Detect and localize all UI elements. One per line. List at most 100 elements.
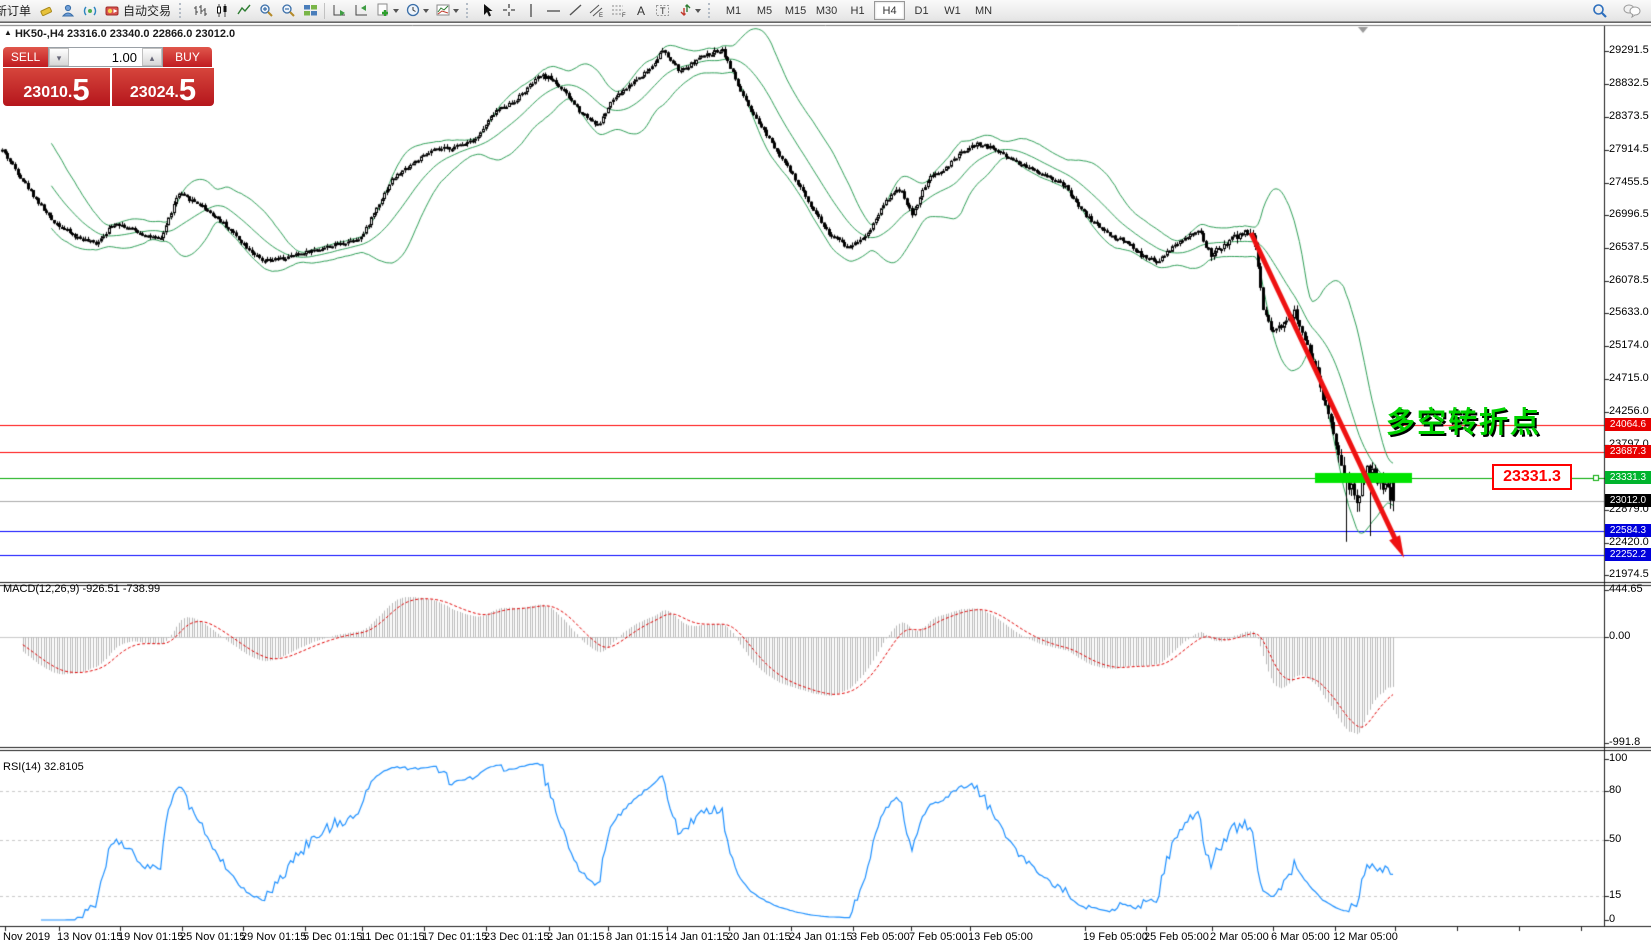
timeframe-button-h1[interactable]: H1 <box>843 2 872 19</box>
price-chart-canvas[interactable] <box>0 23 1651 947</box>
timeframe-button-h4[interactable]: H4 <box>874 1 905 20</box>
macd-indicator-label: MACD(12,26,9) -926.51 -738.99 <box>3 583 160 595</box>
macd-tick-label: 0.00 <box>1609 630 1630 642</box>
rsi-tick-label: 100 <box>1609 752 1627 764</box>
indicators-icon <box>376 3 391 18</box>
price-tick-label: 26996.5 <box>1609 208 1649 220</box>
price-tick-label: 25633.0 <box>1609 306 1649 318</box>
volume-decrease-button[interactable]: ▾ <box>49 48 69 66</box>
time-axis-label: 14 Jan 01:15 <box>665 931 729 943</box>
rsi-tick-label: 50 <box>1609 833 1621 845</box>
volume-input[interactable] <box>69 48 142 66</box>
time-axis-label: 19 Feb 05:00 <box>1083 931 1148 943</box>
price-tick-label: 29291.5 <box>1609 44 1649 56</box>
horizontal-line-tool-icon[interactable] <box>542 1 564 20</box>
price-tick-label: 28832.5 <box>1609 77 1649 89</box>
channel-tool-icon[interactable]: E <box>586 1 608 20</box>
chart-shift-icon[interactable] <box>350 1 372 20</box>
indicators-button[interactable] <box>372 1 402 20</box>
sell-price[interactable]: 23010.5 <box>3 68 110 106</box>
svg-text:T: T <box>660 6 666 16</box>
price-tick-label: 27914.5 <box>1609 143 1649 155</box>
timeframe-button-m1[interactable]: M1 <box>719 2 748 19</box>
text-tool-icon[interactable]: A <box>630 1 652 20</box>
time-axis-label: 6 Mar 05:00 <box>1271 931 1330 943</box>
eraser-icon[interactable] <box>35 1 57 20</box>
trendline-tool-icon[interactable] <box>564 1 586 20</box>
text-label-tool-icon[interactable]: T <box>652 1 674 20</box>
line-chart-icon[interactable] <box>233 1 255 20</box>
price-tick-label: 22420.0 <box>1609 536 1649 548</box>
indicators-dropdown-caret <box>393 9 399 13</box>
periods-clock-icon <box>406 3 421 18</box>
templates-button[interactable] <box>432 1 462 20</box>
signals-icon[interactable] <box>79 1 101 20</box>
vertical-line-tool-icon[interactable] <box>520 1 542 20</box>
time-axis-label: 5 Dec 01:15 <box>303 931 362 943</box>
buy-price-int: 23024 <box>130 83 175 103</box>
chat-icon[interactable] <box>1621 1 1643 20</box>
buy-price-big-digit: 5 <box>179 77 196 103</box>
sell-price-big-digit: 5 <box>72 77 89 103</box>
timeframe-button-m15[interactable]: M15 <box>781 2 810 19</box>
timeframe-button-m5[interactable]: M5 <box>750 2 779 19</box>
expert-advisors-icon[interactable] <box>57 1 79 20</box>
zoom-out-icon[interactable] <box>277 1 299 20</box>
timeframe-button-m30[interactable]: M30 <box>812 2 841 19</box>
rsi-tick-label: 80 <box>1609 784 1621 796</box>
price-tick-label: 21974.5 <box>1609 568 1649 580</box>
auto-trading-button[interactable]: 自动交易 <box>101 1 175 20</box>
auto-trading-icon <box>105 3 120 18</box>
top-toolbar: 新订单 自动交易 <box>0 0 1651 22</box>
time-axis-label: 17 Dec 01:15 <box>422 931 487 943</box>
new-order-button[interactable]: 新订单 <box>0 1 35 20</box>
timeframe-bar: M1M5M15M30H1H4D1W1MN <box>718 1 999 20</box>
arrows-tool-icon <box>678 3 693 18</box>
timeframe-button-d1[interactable]: D1 <box>907 2 936 19</box>
buy-button[interactable]: BUY <box>163 47 212 67</box>
price-badge: 23012.0 <box>1605 494 1651 507</box>
volume-increase-button[interactable]: ▴ <box>142 48 162 66</box>
toolbar-grip <box>708 3 715 18</box>
auto-trading-label: 自动交易 <box>123 2 171 19</box>
time-axis-label: 25 Feb 05:00 <box>1144 931 1209 943</box>
price-tick-label: 28373.5 <box>1609 110 1649 122</box>
sell-button[interactable]: SELL <box>3 47 48 67</box>
fibonacci-tool-icon[interactable]: F <box>608 1 630 20</box>
time-axis-label: 23 Dec 01:15 <box>484 931 549 943</box>
buy-price[interactable]: 23024.5 <box>112 68 214 106</box>
arrows-tool-button[interactable] <box>674 1 704 20</box>
zoom-in-icon[interactable] <box>255 1 277 20</box>
tile-windows-icon[interactable] <box>299 1 321 20</box>
time-axis-label: 25 Nov 01:15 <box>180 931 245 943</box>
auto-scroll-icon[interactable] <box>328 1 350 20</box>
toolbar-grip <box>466 3 473 18</box>
price-badge: 23331.3 <box>1605 471 1651 484</box>
time-axis-label: 7 Feb 05:00 <box>909 931 968 943</box>
time-axis-label: 12 Mar 05:00 <box>1333 931 1398 943</box>
search-icon[interactable] <box>1589 1 1611 20</box>
chart-ohlc-values: 23316.0 23340.0 22866.0 23012.0 <box>67 28 235 40</box>
channel-tool-letter: E <box>599 13 603 18</box>
time-axis-label: 13 Nov 01:15 <box>57 931 122 943</box>
svg-text:A: A <box>637 4 645 18</box>
bar-chart-icon[interactable] <box>189 1 211 20</box>
periods-button[interactable] <box>402 1 432 20</box>
cursor-icon[interactable] <box>476 1 498 20</box>
time-axis-label: 29 Nov 01:15 <box>241 931 306 943</box>
chart-window: ▲ HK50-,H4 23316.0 23340.0 22866.0 23012… <box>0 22 1651 946</box>
time-axis-label: 20 Jan 01:15 <box>727 931 791 943</box>
periods-dropdown-caret <box>423 9 429 13</box>
symbol-marker-icon: ▲ <box>4 28 12 37</box>
crosshair-icon[interactable] <box>498 1 520 20</box>
candlestick-chart-icon[interactable] <box>211 1 233 20</box>
chart-annotation-text: 多空转折点 <box>1386 399 1541 441</box>
time-axis-label: 2 Jan 01:15 <box>547 931 605 943</box>
timeframe-button-w1[interactable]: W1 <box>938 2 967 19</box>
time-axis-label: 13 Feb 05:00 <box>968 931 1033 943</box>
timeframe-button-mn[interactable]: MN <box>969 2 998 19</box>
sell-price-int: 23010 <box>23 83 68 103</box>
chart-title: ▲ HK50-,H4 23316.0 23340.0 22866.0 23012… <box>4 28 235 40</box>
rsi-tick-label: 0 <box>1609 913 1615 925</box>
price-tick-label: 27455.5 <box>1609 176 1649 188</box>
